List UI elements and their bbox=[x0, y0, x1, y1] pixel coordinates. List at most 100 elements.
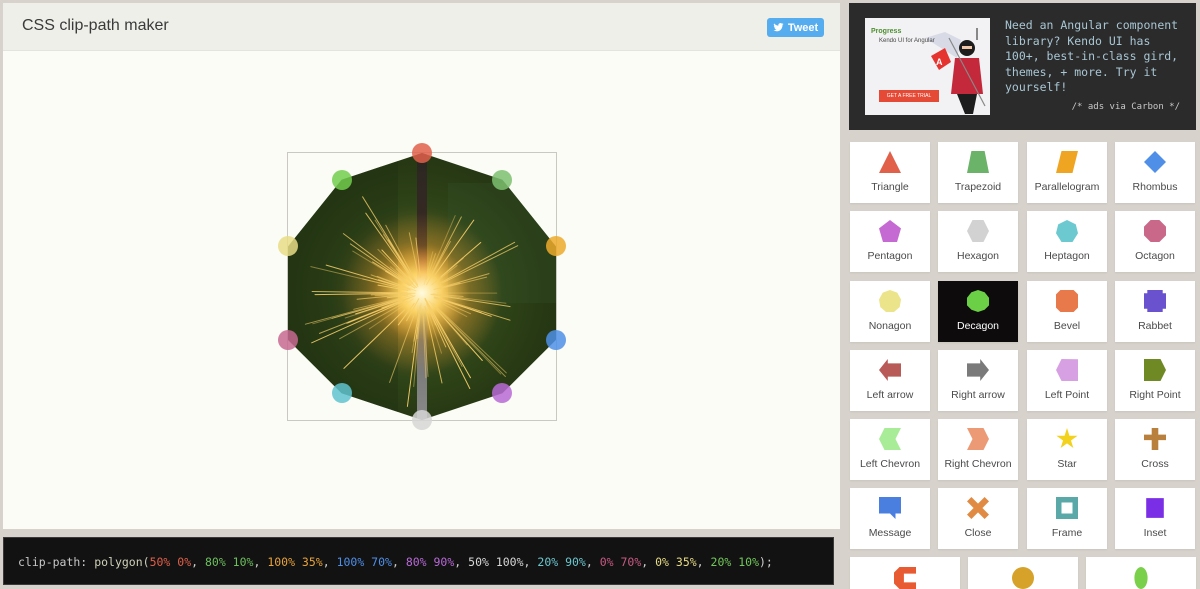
twitter-bird-icon bbox=[773, 23, 784, 32]
shape-button-circle[interactable] bbox=[968, 557, 1078, 589]
shape-label: Trapezoid bbox=[954, 181, 1002, 193]
star-icon bbox=[1056, 428, 1078, 449]
code-separator: , bbox=[191, 555, 205, 569]
code-point: 100% 70% bbox=[336, 555, 392, 569]
shape-button-ellipse[interactable] bbox=[1086, 557, 1196, 589]
shape-button-inset[interactable]: Inset bbox=[1115, 488, 1195, 549]
parallelogram-icon bbox=[1056, 151, 1078, 173]
ad-text-link[interactable]: Need an Angular component library? Kendo… bbox=[1005, 18, 1185, 96]
shape-label: Left Point bbox=[1044, 389, 1090, 401]
code-point: 50% 100% bbox=[468, 555, 524, 569]
shape-label: Triangle bbox=[871, 181, 909, 193]
polygon-handle[interactable] bbox=[546, 236, 566, 257]
left-point-icon bbox=[1056, 359, 1078, 381]
shape-button-star[interactable]: Star bbox=[1027, 419, 1107, 480]
shape-label: Cross bbox=[1141, 458, 1169, 470]
shape-button-cross[interactable]: Cross bbox=[1115, 419, 1195, 480]
shape-button-left-arrow[interactable]: Left arrow bbox=[850, 350, 930, 411]
ad-via-carbon[interactable]: /* ads via Carbon */ bbox=[1072, 102, 1180, 112]
ad-product: Kendo UI for Angular bbox=[879, 38, 935, 44]
shape-button-bevel[interactable]: Bevel bbox=[1027, 281, 1107, 342]
shape-button-close[interactable]: Close bbox=[938, 488, 1018, 549]
shape-button-right-chevron[interactable]: Right Chevron bbox=[938, 419, 1018, 480]
shape-button-hexagon[interactable]: Hexagon bbox=[938, 211, 1018, 272]
shape-button-trapezoid[interactable]: Trapezoid bbox=[938, 142, 1018, 203]
shape-button-triangle[interactable]: Triangle bbox=[850, 142, 930, 203]
code-property: clip-path: bbox=[18, 555, 88, 569]
shape-label: Left Chevron bbox=[859, 458, 921, 470]
polygon-handle[interactable] bbox=[331, 169, 352, 190]
code-separator: , bbox=[391, 555, 406, 569]
shape-button-right-arrow[interactable]: Right arrow bbox=[938, 350, 1018, 411]
polygon-handle[interactable] bbox=[278, 329, 298, 350]
shape-button-custom-polygon[interactable] bbox=[850, 557, 960, 589]
nonagon-icon bbox=[879, 290, 901, 312]
shape-button-octagon[interactable]: Octagon bbox=[1115, 211, 1195, 272]
shape-button-heptagon[interactable]: Heptagon bbox=[1027, 211, 1107, 272]
svg-text:A: A bbox=[936, 57, 943, 67]
shape-label: Parallelogram bbox=[1034, 181, 1100, 193]
shape-button-right-point[interactable]: Right Point bbox=[1115, 350, 1195, 411]
page-title: CSS clip-path maker bbox=[22, 17, 169, 34]
shape-label: Bevel bbox=[1053, 320, 1081, 332]
code-separator: , bbox=[696, 555, 711, 569]
code-point: 100% 35% bbox=[267, 555, 323, 569]
canvas-stage bbox=[3, 52, 840, 529]
shape-button-decagon[interactable]: Decagon bbox=[938, 281, 1018, 342]
carbon-ad: A Progress Kendo UI for Angular GET A FR… bbox=[849, 3, 1196, 130]
shape-label: Frame bbox=[1051, 527, 1083, 539]
shape-button-parallelogram[interactable]: Parallelogram bbox=[1027, 142, 1107, 203]
shape-label: Left arrow bbox=[866, 389, 914, 401]
code-separator: , bbox=[641, 555, 656, 569]
code-output[interactable]: clip-path: polygon(50% 0%, 80% 10%, 100%… bbox=[3, 537, 834, 585]
inset-icon bbox=[1146, 498, 1164, 518]
shape-button-message[interactable]: Message bbox=[850, 488, 930, 549]
shape-button-left-point[interactable]: Left Point bbox=[1027, 350, 1107, 411]
shape-button-nonagon[interactable]: Nonagon bbox=[850, 281, 930, 342]
polygon-handle[interactable] bbox=[331, 383, 352, 404]
shape-button-rhombus[interactable]: Rhombus bbox=[1115, 142, 1195, 203]
polygon-handle[interactable] bbox=[412, 410, 432, 430]
shape-button-rabbet[interactable]: Rabbet bbox=[1115, 281, 1195, 342]
code-function: polygon( bbox=[94, 555, 150, 569]
shape-label: Octagon bbox=[1135, 250, 1175, 262]
code-separator: , bbox=[523, 555, 538, 569]
heptagon-icon bbox=[1056, 220, 1078, 242]
tweet-button[interactable]: Tweet bbox=[767, 18, 824, 37]
bevel-icon bbox=[1056, 290, 1078, 312]
shape-label: Heptagon bbox=[1044, 250, 1090, 262]
shape-label: Right Chevron bbox=[944, 458, 1012, 470]
message-icon bbox=[879, 497, 901, 519]
ad-image[interactable]: A Progress Kendo UI for Angular GET A FR… bbox=[865, 18, 990, 115]
code-point: 80% 10% bbox=[204, 555, 254, 569]
app-header: CSS clip-path maker Tweet bbox=[3, 3, 840, 51]
shape-label: Star bbox=[1057, 458, 1077, 470]
shape-label: Rhombus bbox=[1132, 181, 1178, 193]
code-separator: , bbox=[322, 555, 337, 569]
code-point: 0% 35% bbox=[655, 555, 697, 569]
ad-brand: Progress bbox=[871, 28, 902, 35]
shape-button-left-chevron[interactable]: Left Chevron bbox=[850, 419, 930, 480]
decagon-icon bbox=[967, 290, 989, 312]
rabbet-icon bbox=[1144, 290, 1166, 312]
polygon-handle[interactable] bbox=[492, 169, 513, 190]
code-point: 50% 0% bbox=[149, 555, 192, 569]
shape-label: Close bbox=[964, 527, 992, 539]
polygon-handle[interactable] bbox=[546, 329, 566, 350]
shape-label: Inset bbox=[1143, 527, 1167, 539]
shape-button-frame[interactable]: Frame bbox=[1027, 488, 1107, 549]
right-arrow-icon bbox=[967, 359, 989, 381]
polygon-handle[interactable] bbox=[412, 143, 432, 163]
ellipse-icon bbox=[1134, 567, 1148, 589]
shape-label: Decagon bbox=[956, 320, 1000, 332]
shape-label: Right Point bbox=[1129, 389, 1181, 401]
cross-icon bbox=[1144, 428, 1166, 450]
right-chevron-icon bbox=[967, 428, 989, 450]
shape-button-pentagon[interactable]: Pentagon bbox=[850, 211, 930, 272]
tweet-label: Tweet bbox=[787, 21, 819, 34]
rhombus-icon bbox=[1144, 151, 1166, 173]
editor-panel: CSS clip-path maker Tweet bbox=[3, 3, 840, 529]
ad-cta-button[interactable]: GET A FREE TRIAL bbox=[879, 90, 939, 102]
close-icon bbox=[967, 497, 989, 519]
clip-path-code[interactable]: clip-path: polygon(50% 0%, 80% 10%, 100%… bbox=[18, 555, 773, 569]
